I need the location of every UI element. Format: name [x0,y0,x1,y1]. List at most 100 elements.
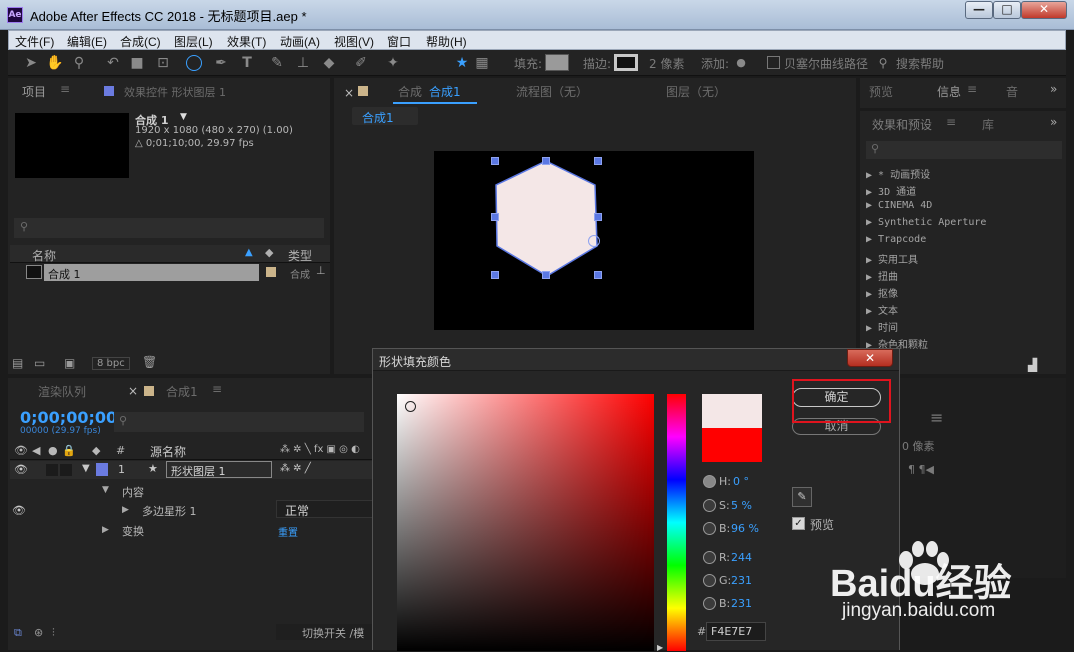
color-field[interactable] [397,394,654,651]
ellipse-tool-icon[interactable] [186,55,202,71]
zoom-tool-icon[interactable]: ⚲ [70,54,88,72]
transform-handle[interactable] [594,271,602,279]
minimize-button[interactable]: — [965,1,993,19]
type-tool-icon[interactable]: T [238,54,256,72]
solo-icon[interactable]: ● [48,444,58,457]
effects-category[interactable]: ▶ * 动画预设 [866,166,930,181]
panel-menu-icon[interactable]: ≡ [212,382,222,396]
selection-tool-icon[interactable]: ➤ [22,54,40,72]
menu-edit[interactable]: 编辑(E) [67,33,107,50]
current-timecode[interactable]: 0;00;00;00 [20,408,117,427]
h-radio[interactable] [703,475,716,488]
tab-comp-timeline[interactable]: 合成1 [166,383,198,400]
toggle-switches-button[interactable]: 切换开关 /模 [276,624,374,640]
blend-mode-select[interactable]: 正常 [276,500,374,518]
project-row[interactable]: 合成 1 合成 ⊥ [10,264,330,281]
close-tab-icon[interactable]: × [128,384,138,398]
new-preset-icon[interactable]: ▟ [1028,358,1037,372]
tab-info[interactable]: 信息 [937,83,961,100]
more-tabs-icon[interactable]: » [1050,82,1057,96]
lock-icon[interactable]: 🔒 [62,444,76,457]
layer-label-swatch[interactable] [96,463,108,476]
g-value[interactable]: 231 [731,574,752,587]
transform-handle[interactable] [491,157,499,165]
puppet-tool-icon[interactable]: ✦ [384,54,402,72]
star-fill-icon[interactable]: ★ [453,54,471,72]
tab-render-queue[interactable]: 渲染队列 [38,383,86,400]
rotate-tool-icon[interactable]: ↶ [104,54,122,72]
add-circle-icon[interactable]: ● [732,54,750,72]
tab-project[interactable]: 项目 [22,83,46,100]
modes-icon[interactable]: ⊛ [34,626,43,639]
effects-category[interactable]: ▶ 扭曲 [866,268,898,283]
tab-effects-presets[interactable]: 效果和预设 [872,116,932,133]
tab-flowchart[interactable]: 流程图（无） [516,83,588,100]
original-color-swatch[interactable] [702,428,762,462]
comp-subtab[interactable]: 合成1 [352,107,418,125]
r-value[interactable]: 244 [731,551,752,564]
blue-value[interactable]: 231 [731,597,752,610]
expand-triangle-icon[interactable]: ▶ [102,525,109,535]
pan-behind-tool-icon[interactable]: ⊡ [154,54,172,72]
tab-audio[interactable]: 音 [1006,83,1018,100]
s-radio[interactable] [703,499,716,512]
menu-effect[interactable]: 效果(T) [227,33,266,50]
effects-category[interactable]: ▶ Synthetic Aperture [866,217,986,228]
expand-triangle-icon[interactable]: ▶ [122,505,129,515]
pen-tool-icon[interactable]: ✒ [212,54,230,72]
lock-box[interactable] [60,464,72,476]
clone-stamp-tool-icon[interactable]: ⊥ [294,54,312,72]
r-radio[interactable] [703,551,716,564]
g-radio[interactable] [703,574,716,587]
expand-triangle-icon[interactable]: ▼ [82,463,90,474]
close-tab-icon[interactable]: × [344,86,354,100]
transform-handle[interactable] [594,157,602,165]
expand-triangle-icon[interactable]: ▼ [102,485,109,495]
hue-slider-arrow-icon[interactable]: ▶ [657,643,663,652]
effects-category[interactable]: ▶ 3D 通道 [866,183,916,198]
new-folder-icon[interactable]: ▭ [34,356,45,370]
hue-slider[interactable] [667,394,686,651]
col-source-header[interactable]: 源名称 [150,443,186,460]
chevron-down-icon[interactable]: ▼ [180,112,187,122]
trash-icon[interactable]: 🗑 [142,355,157,369]
menu-animation[interactable]: 动画(A) [280,33,320,50]
layer-switches[interactable]: ⁂ ✲ ╱ [280,463,311,474]
more-tabs-icon[interactable]: » [1050,115,1057,129]
h-value[interactable]: 0 ° [733,475,749,488]
tab-effect-controls[interactable]: 效果控件 形状图层 1 [124,84,226,100]
color-field-cursor[interactable] [405,401,416,412]
bit-depth-button[interactable]: 8 bpc [92,357,130,370]
effects-category[interactable]: ▶ Trapcode [866,234,926,245]
menu-composition[interactable]: 合成(C) [120,33,161,50]
effects-category[interactable]: ▶ CINEMA 4D [866,200,932,211]
bezier-path-checkbox[interactable] [767,56,780,69]
b-radio[interactable] [703,522,716,535]
checker-fill-icon[interactable]: ▦ [473,54,491,72]
col-name-header[interactable]: 名称 [32,247,56,264]
hand-tool-icon[interactable]: ✋ [46,54,64,72]
tab-composition[interactable]: 合成1 [429,83,461,100]
panel-menu-icon[interactable]: ≡ [946,115,956,129]
sort-ascending-icon[interactable]: ▲ [245,247,253,258]
brush-tool-icon[interactable]: ✎ [268,54,286,72]
b-value[interactable]: 96 % [731,522,759,535]
tab-library[interactable]: 库 [982,116,994,133]
effects-category[interactable]: ▶ 时间 [866,319,898,334]
anchor-point-icon[interactable] [588,235,600,247]
col-type-header[interactable]: 类型 [288,247,312,264]
transform-handle[interactable] [491,271,499,279]
layer-row[interactable]: 👁 ▼ 1 ★ 形状图层 1 ⁂ ✲ ╱ [10,461,374,479]
flowchart-icon[interactable]: ⊥ [316,264,326,277]
visibility-eye-icon[interactable]: 👁 [14,463,28,476]
transform-handle[interactable] [542,157,550,165]
dialog-close-button[interactable]: ✕ [847,349,893,367]
menu-view[interactable]: 视图(V) [334,33,374,50]
tab-preview[interactable]: 预览 [869,83,893,100]
menu-file[interactable]: 文件(F) [15,33,54,50]
stroke-color-swatch[interactable] [614,54,638,71]
toggle-panes-icon[interactable]: ⧉ [14,626,22,640]
maximize-button[interactable]: □ [993,1,1021,19]
eye-icon[interactable]: 👁 [14,444,28,457]
transform-handle[interactable] [491,213,499,221]
